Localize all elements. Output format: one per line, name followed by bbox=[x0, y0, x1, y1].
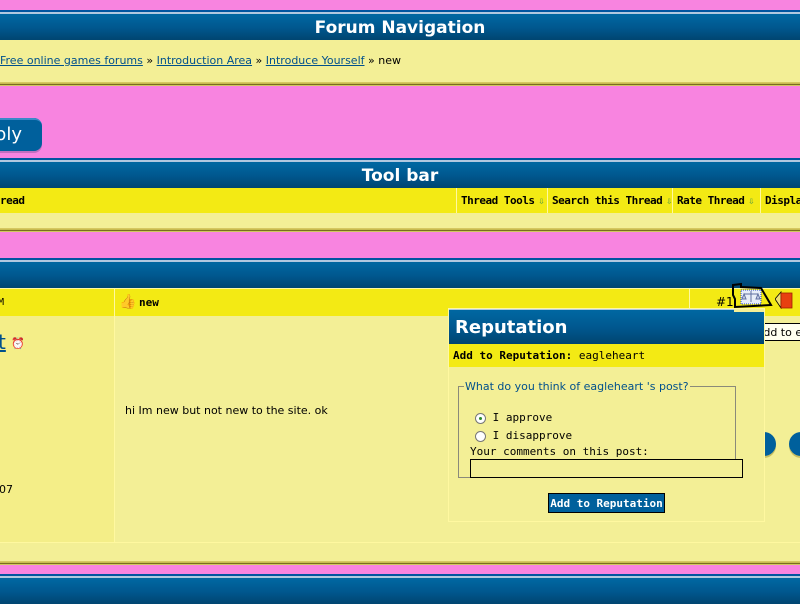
add-to-reputation-label: Add to Reputation: bbox=[453, 349, 573, 362]
scales-icon bbox=[732, 282, 773, 309]
arrow-down-icon: ⇩ bbox=[666, 196, 672, 207]
warning-flag-icon bbox=[774, 290, 793, 310]
post-footer bbox=[0, 542, 800, 561]
page-top-margin bbox=[0, 0, 800, 10]
bottom-header-bar bbox=[0, 580, 800, 604]
post-date-fragment: M bbox=[0, 297, 5, 308]
reputation-title: Reputation bbox=[449, 312, 764, 344]
thread-tools-label: Thread Tools bbox=[461, 194, 535, 207]
breadcrumb-link-introduction-area[interactable]: Introduction Area bbox=[157, 54, 252, 67]
post-header-bar bbox=[0, 264, 800, 288]
divider bbox=[0, 82, 800, 86]
breadcrumb-current: new bbox=[378, 54, 401, 67]
reputation-question: What do you think of eagleheart 's post? bbox=[465, 380, 689, 393]
reputation-icon-button[interactable] bbox=[729, 281, 773, 309]
display-modes-label: Display bbox=[765, 194, 800, 207]
breadcrumb-link-introduce-yourself[interactable]: Introduce Yourself bbox=[266, 54, 365, 67]
post-userinfo-column: t ⏰ 07 bbox=[0, 316, 115, 542]
rate-thread-label: Rate Thread bbox=[677, 194, 745, 207]
forum-navigation-title: Forum Navigation bbox=[0, 16, 800, 40]
reputation-username: eagleheart bbox=[578, 349, 646, 362]
toolbar-thread-label: read bbox=[0, 194, 25, 207]
toolbar-spacer bbox=[0, 213, 800, 228]
rate-thread-menu[interactable]: Rate Thread ⇩ bbox=[672, 188, 754, 213]
comments-label: Your comments on this post: bbox=[470, 445, 649, 458]
reputation-popup: Reputation Add to Reputation: eagleheart… bbox=[448, 308, 765, 522]
join-date-fragment: 07 bbox=[0, 483, 13, 496]
disapprove-radio[interactable] bbox=[475, 430, 486, 442]
breadcrumb: Free online games forums » Introduction … bbox=[0, 40, 800, 82]
approve-option[interactable]: I approve bbox=[475, 411, 552, 424]
post-message: hi Im new but not new to the site. ok bbox=[125, 404, 328, 417]
toolbar-panel: Tool bar read Thread Tools ⇩ Search this … bbox=[0, 158, 800, 232]
alarm-clock-icon: ⏰ bbox=[11, 337, 25, 350]
display-modes-menu[interactable]: Display bbox=[760, 188, 800, 213]
breadcrumb-link-forums[interactable]: Free online games forums bbox=[0, 54, 143, 67]
divider bbox=[0, 561, 800, 565]
toolbar-row: read Thread Tools ⇩ Search this Thread ⇩ R… bbox=[0, 188, 800, 213]
breadcrumb-separator: » bbox=[368, 54, 375, 67]
approve-label: I approve bbox=[492, 411, 553, 424]
reputation-fieldset: What do you think of eagleheart 's post?… bbox=[458, 380, 743, 478]
toolbar-title: Tool bar bbox=[0, 164, 800, 188]
post-title: new bbox=[139, 296, 159, 309]
disapprove-label: I disapprove bbox=[492, 429, 573, 442]
divider bbox=[0, 228, 800, 232]
search-thread-menu[interactable]: Search this Thread ⇩ bbox=[547, 188, 672, 213]
post-reply-button[interactable]: ply bbox=[0, 118, 42, 151]
username-link[interactable]: t bbox=[0, 330, 6, 354]
thread-tools-menu[interactable]: Thread Tools ⇩ bbox=[456, 188, 544, 213]
approve-radio[interactable] bbox=[475, 412, 486, 424]
comments-input[interactable] bbox=[470, 459, 743, 478]
thumbs-up-icon: 👍 bbox=[119, 294, 137, 310]
column-divider bbox=[114, 289, 115, 316]
breadcrumb-separator: » bbox=[255, 54, 263, 67]
add-to-reputation-button[interactable]: Add to Reputation bbox=[548, 493, 665, 513]
report-post-icon[interactable] bbox=[774, 290, 793, 310]
forum-navigation-panel: Forum Navigation Free online games forum… bbox=[0, 10, 800, 86]
disapprove-option[interactable]: I disapprove bbox=[475, 429, 572, 442]
breadcrumb-separator: » bbox=[146, 54, 154, 67]
arrow-down-icon: ⇩ bbox=[538, 196, 545, 207]
arrow-down-icon: ⇩ bbox=[748, 196, 754, 207]
post-reply-label: ply bbox=[0, 124, 22, 145]
post-action-button[interactable] bbox=[789, 432, 800, 456]
search-thread-label: Search this Thread bbox=[552, 194, 663, 207]
reputation-target: Add to Reputation: eagleheart bbox=[449, 344, 764, 367]
